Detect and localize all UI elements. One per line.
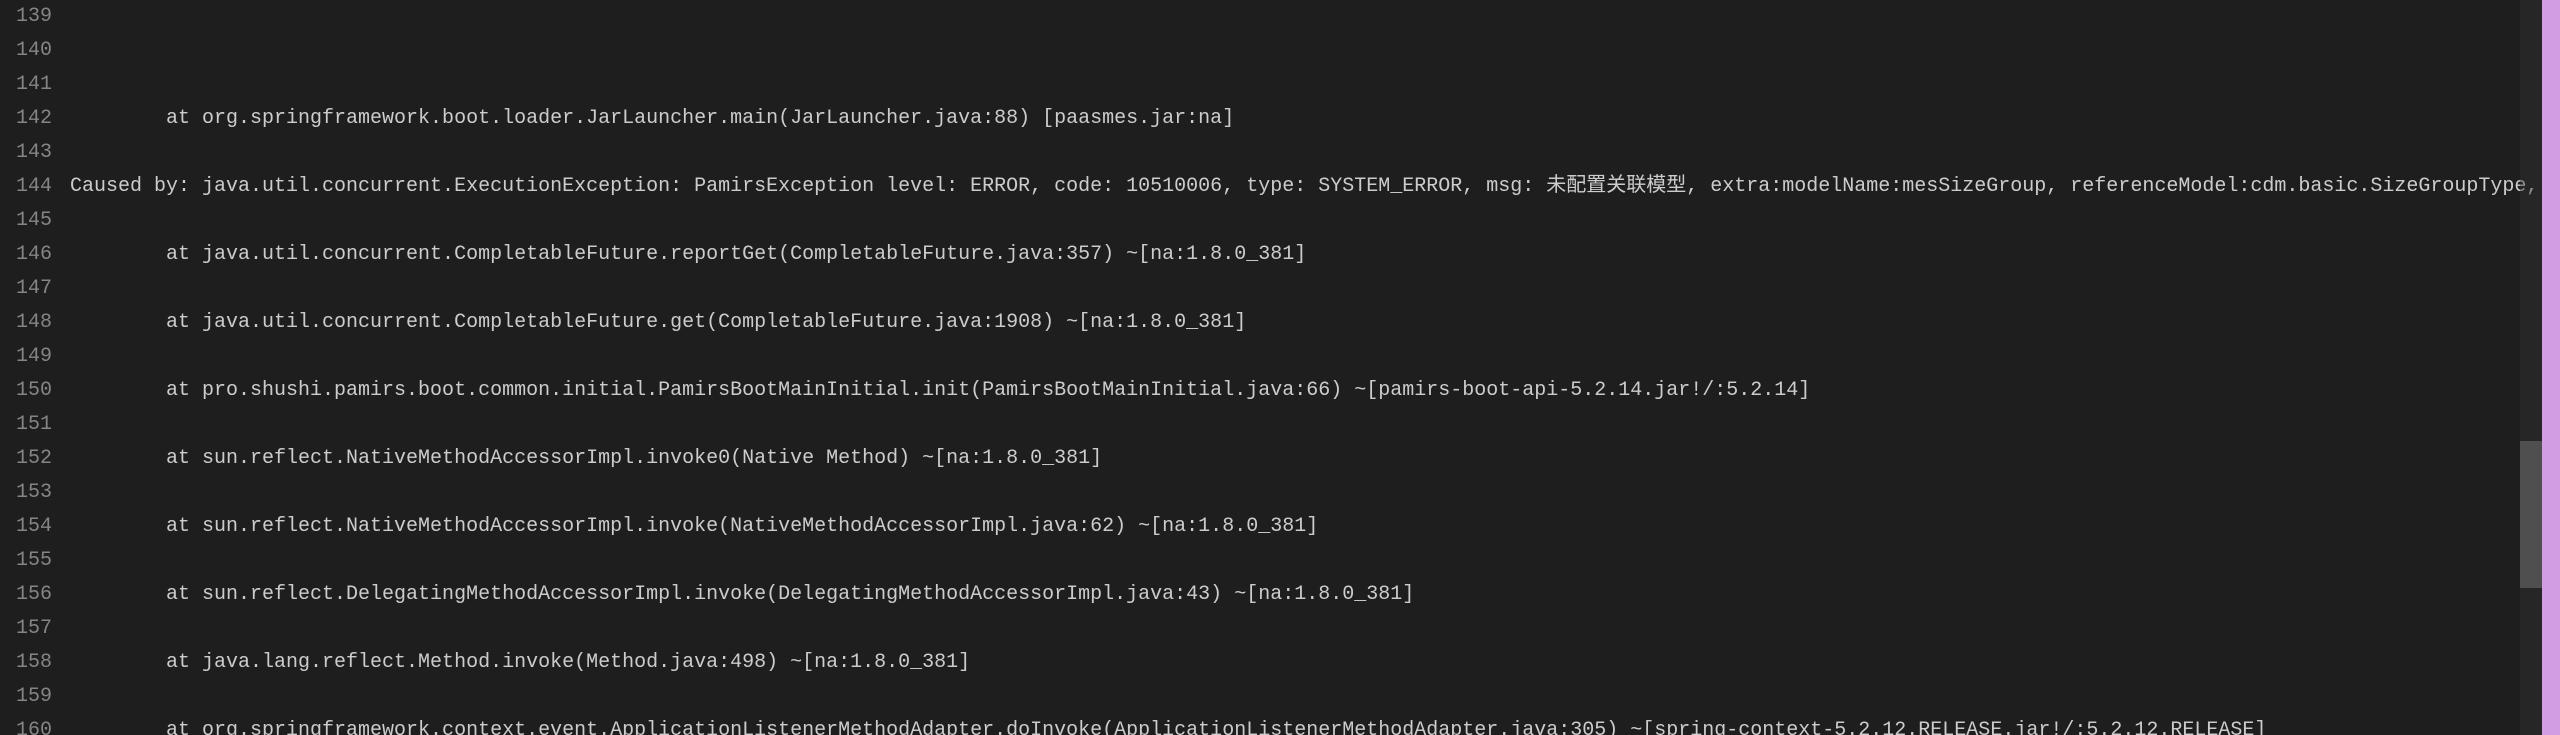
- code-line[interactable]: at org.springframework.boot.loader.JarLa…: [70, 102, 2560, 136]
- line-number: 158: [0, 646, 52, 680]
- line-number: 150: [0, 374, 52, 408]
- code-line[interactable]: at sun.reflect.DelegatingMethodAccessorI…: [70, 578, 2560, 612]
- code-line[interactable]: [70, 136, 2560, 170]
- code-line[interactable]: [70, 272, 2560, 306]
- code-line[interactable]: at pro.shushi.pamirs.boot.common.initial…: [70, 374, 2560, 408]
- line-number: 144: [0, 170, 52, 204]
- line-number: 157: [0, 612, 52, 646]
- line-number: 159: [0, 680, 52, 714]
- line-number: 154: [0, 510, 52, 544]
- line-number: 160: [0, 714, 52, 735]
- line-number: 141: [0, 68, 52, 102]
- code-line[interactable]: at java.util.concurrent.CompletableFutur…: [70, 306, 2560, 340]
- code-line[interactable]: [70, 204, 2560, 238]
- window-right-edge: [2542, 0, 2560, 735]
- line-number: 156: [0, 578, 52, 612]
- line-number: 149: [0, 340, 52, 374]
- code-line[interactable]: [70, 680, 2560, 714]
- code-line[interactable]: [70, 612, 2560, 646]
- line-number: 153: [0, 476, 52, 510]
- code-line[interactable]: at org.springframework.context.event.App…: [70, 714, 2560, 735]
- code-editor[interactable]: 1391401411421431441451461471481491501511…: [0, 0, 2560, 735]
- code-line[interactable]: at java.lang.reflect.Method.invoke(Metho…: [70, 646, 2560, 680]
- code-area[interactable]: at org.springframework.boot.loader.JarLa…: [66, 0, 2560, 735]
- line-number: 147: [0, 272, 52, 306]
- line-number: 145: [0, 204, 52, 238]
- line-number: 143: [0, 136, 52, 170]
- line-number: 140: [0, 34, 52, 68]
- vertical-scrollbar-thumb[interactable]: [2520, 441, 2542, 588]
- line-number: 142: [0, 102, 52, 136]
- code-line[interactable]: [70, 408, 2560, 442]
- code-line[interactable]: at java.util.concurrent.CompletableFutur…: [70, 238, 2560, 272]
- code-line[interactable]: Caused by: java.util.concurrent.Executio…: [70, 170, 2560, 204]
- code-line[interactable]: [70, 340, 2560, 374]
- line-number: 148: [0, 306, 52, 340]
- line-number: 152: [0, 442, 52, 476]
- line-number: 139: [0, 0, 52, 34]
- line-number-gutter: 1391401411421431441451461471481491501511…: [0, 0, 66, 735]
- line-number: 146: [0, 238, 52, 272]
- line-number: 151: [0, 408, 52, 442]
- code-line[interactable]: [70, 476, 2560, 510]
- code-line[interactable]: [70, 544, 2560, 578]
- vertical-scrollbar-track[interactable]: [2520, 0, 2542, 735]
- line-number: 155: [0, 544, 52, 578]
- code-line[interactable]: at sun.reflect.NativeMethodAccessorImpl.…: [70, 442, 2560, 476]
- code-line[interactable]: at sun.reflect.NativeMethodAccessorImpl.…: [70, 510, 2560, 544]
